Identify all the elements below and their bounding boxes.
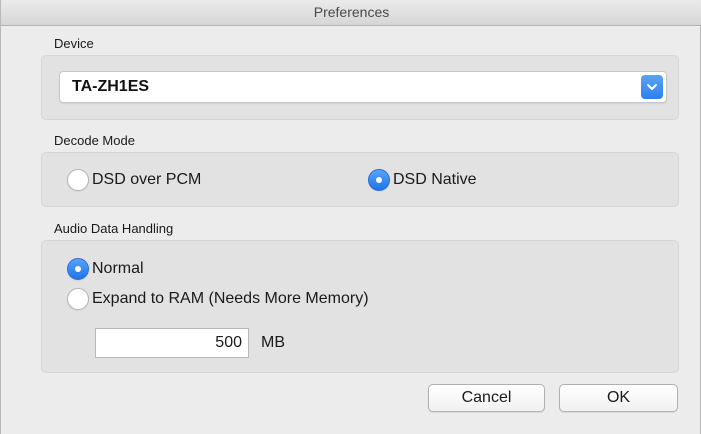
radio-dsd-native-button[interactable] <box>368 169 390 191</box>
radio-dsd-native-label: DSD Native <box>393 171 477 188</box>
device-select[interactable]: TA-ZH1ES <box>59 71 667 103</box>
radio-expand-to-ram[interactable]: Expand to RAM (Needs More Memory) <box>67 288 369 310</box>
radio-expand-to-ram-button[interactable] <box>67 288 89 310</box>
radio-normal[interactable]: Normal <box>67 258 144 280</box>
device-section-label: Device <box>54 36 94 51</box>
radio-dsd-over-pcm[interactable]: DSD over PCM <box>67 169 201 191</box>
audio-data-handling-section-label: Audio Data Handling <box>54 221 174 236</box>
preferences-window: Preferences Device TA-ZH1ES Decode Mode … <box>0 0 701 434</box>
radio-dsd-native[interactable]: DSD Native <box>368 169 477 191</box>
memory-unit-label: MB <box>261 334 285 351</box>
radio-dsd-over-pcm-button[interactable] <box>67 169 89 191</box>
device-select-value: TA-ZH1ES <box>72 78 150 95</box>
decode-mode-section-label: Decode Mode <box>54 133 135 148</box>
radio-expand-to-ram-label: Expand to RAM (Needs More Memory) <box>92 290 369 307</box>
memory-size-input[interactable]: 500 <box>95 328 249 358</box>
radio-normal-button[interactable] <box>67 258 89 280</box>
cancel-button[interactable]: Cancel <box>428 384 545 412</box>
window-title: Preferences <box>1 0 701 26</box>
radio-normal-label: Normal <box>92 260 144 277</box>
ok-button[interactable]: OK <box>559 384 678 412</box>
radio-dsd-over-pcm-label: DSD over PCM <box>92 171 202 188</box>
chevron-down-icon[interactable] <box>641 75 663 99</box>
